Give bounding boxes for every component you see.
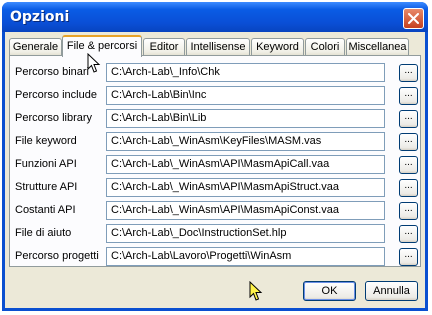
path-row-include: Percorso include C:\Arch-Lab\Bin\Inc ... [10,86,420,106]
help-file-field[interactable]: C:\Arch-Lab\_Doc\InstructionSet.hlp [106,224,385,243]
path-label: Strutture API [15,181,78,193]
highlighted-pointer-icon [249,281,263,301]
close-button[interactable] [403,8,424,29]
binari-path-field[interactable]: C:\Arch-Lab\_Info\Chk [106,63,385,82]
dialog-client-area: Generale File & percorsi Editor Intellis… [5,32,425,308]
path-row-file-aiuto: File di aiuto C:\Arch-Lab\_Doc\Instructi… [10,224,420,244]
tab-file-percorsi[interactable]: File & percorsi [62,35,142,57]
path-label: Percorso binari [15,66,89,78]
path-label: Percorso include [15,89,97,101]
browse-button[interactable]: ... [399,202,418,220]
tab-intellisense[interactable]: Intellisense [186,38,250,55]
title-bar[interactable]: Opzioni [2,2,428,32]
path-row-strutture-api: Strutture API C:\Arch-Lab\_WinAsm\API\Ma… [10,178,420,198]
tab-keyword[interactable]: Keyword [251,38,304,55]
close-icon [408,13,419,24]
keyword-file-field[interactable]: C:\Arch-Lab\_WinAsm\KeyFiles\MASM.vas [106,132,385,151]
browse-button[interactable]: ... [399,133,418,151]
browse-button[interactable]: ... [399,110,418,128]
api-functions-field[interactable]: C:\Arch-Lab\_WinAsm\API\MasmApiCall.vaa [106,155,385,174]
path-row-costanti-api: Costanti API C:\Arch-Lab\_WinAsm\API\Mas… [10,201,420,221]
path-label: Funzioni API [15,158,77,170]
tab-miscellanea[interactable]: Miscellanea [346,38,409,55]
browse-button[interactable]: ... [399,64,418,82]
path-row-keyword: File keyword C:\Arch-Lab\_WinAsm\KeyFile… [10,132,420,152]
browse-button[interactable]: ... [399,179,418,197]
path-label: Costanti API [15,204,76,216]
tab-generale[interactable]: Generale [9,38,62,55]
path-label: File keyword [15,135,77,147]
path-row-library: Percorso library C:\Arch-Lab\Bin\Lib ... [10,109,420,129]
browse-button[interactable]: ... [399,225,418,243]
tab-editor[interactable]: Editor [143,38,185,55]
browse-button[interactable]: ... [399,248,418,266]
browse-button[interactable]: ... [399,156,418,174]
tab-strip: Generale File & percorsi Editor Intellis… [9,35,421,57]
browse-button[interactable]: ... [399,87,418,105]
window-title: Opzioni [10,9,70,25]
ok-button[interactable]: OK [303,281,356,301]
tab-colori[interactable]: Colori [305,38,345,55]
path-row-binari: Percorso binari C:\Arch-Lab\_Info\Chk ..… [10,63,420,83]
path-row-funzioni-api: Funzioni API C:\Arch-Lab\_WinAsm\API\Mas… [10,155,420,175]
mouse-pointer-icon [87,53,101,73]
path-row-progetti: Percorso progetti C:\Arch-Lab\Lavoro\Pro… [10,247,420,267]
path-label: Percorso library [15,112,93,124]
options-dialog: Opzioni Generale File & percorsi Editor … [2,2,428,311]
path-label: File di aiuto [15,227,72,239]
library-path-field[interactable]: C:\Arch-Lab\Bin\Lib [106,109,385,128]
path-label: Percorso progetti [15,250,99,262]
api-constants-field[interactable]: C:\Arch-Lab\_WinAsm\API\MasmApiConst.vaa [106,201,385,220]
projects-path-field[interactable]: C:\Arch-Lab\Lavoro\Progetti\WinAsm [106,247,385,266]
tab-panel-file-percorsi: Percorso binari C:\Arch-Lab\_Info\Chk ..… [9,55,421,267]
cancel-button[interactable]: Annulla [365,281,418,301]
include-path-field[interactable]: C:\Arch-Lab\Bin\Inc [106,86,385,105]
api-structures-field[interactable]: C:\Arch-Lab\_WinAsm\API\MasmApiStruct.va… [106,178,385,197]
